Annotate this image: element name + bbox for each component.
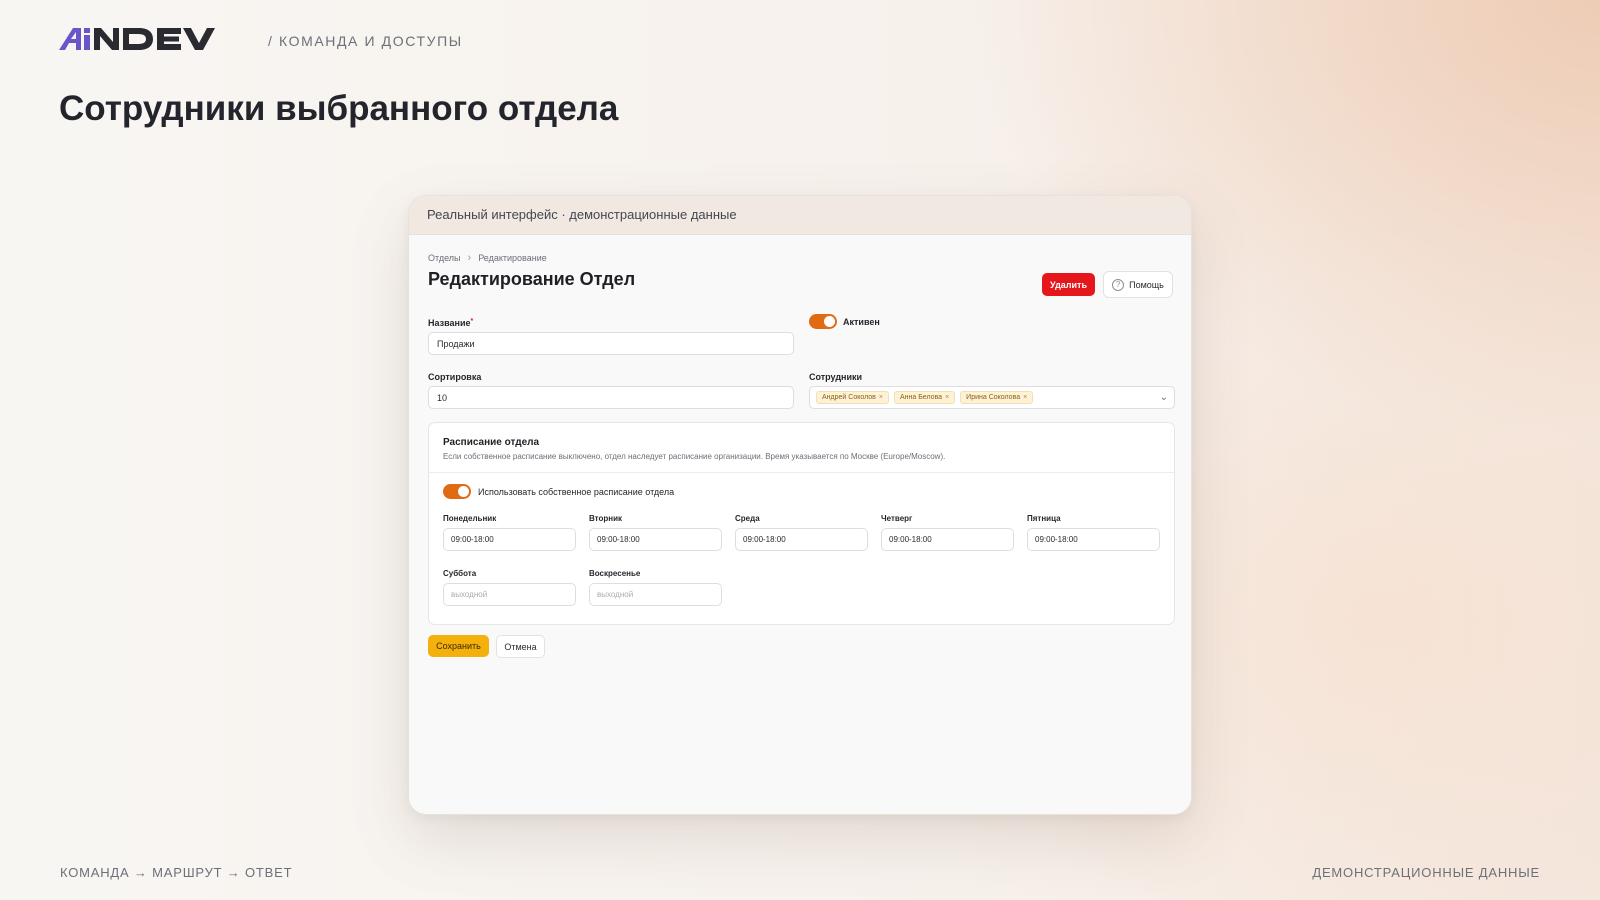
day-label-tuesday: Вторник xyxy=(589,514,623,523)
tuesday-hours-input[interactable]: 09:00-18:00 xyxy=(589,528,722,551)
save-button[interactable]: Сохранить xyxy=(428,635,489,657)
employee-tag-label: Анна Белова xyxy=(899,394,943,401)
day-label-wednesday: Среда xyxy=(735,514,760,523)
remove-tag-icon[interactable]: × xyxy=(879,394,883,401)
schedule-title: Расписание отдела xyxy=(443,437,540,448)
sunday-hours-input[interactable]: выходной xyxy=(589,583,722,606)
page-title: Редактирование Отдел xyxy=(428,269,636,289)
own-schedule-toggle[interactable] xyxy=(443,484,471,499)
day-label-sunday: Воскресенье xyxy=(589,569,641,578)
cancel-button[interactable]: Отмена xyxy=(496,635,545,658)
chevron-down-icon[interactable]: ⌄ xyxy=(1160,392,1168,403)
frame-caption: Реальный интерфейс · демонстрационные да… xyxy=(409,196,1191,235)
aindev-logo xyxy=(59,28,215,50)
schedule-description: Если собственное расписание выключено, о… xyxy=(443,452,946,461)
help-button-label: Помощь xyxy=(1129,279,1164,290)
help-button[interactable]: ? Помощь xyxy=(1103,271,1173,298)
name-label-text: Название xyxy=(428,318,471,328)
schedule-header: Расписание отдела Если собственное распи… xyxy=(429,423,1174,473)
name-input[interactable]: Продажи xyxy=(428,332,794,355)
sort-field-label: Сортировка xyxy=(428,372,482,382)
day-label-monday: Понедельник xyxy=(443,514,497,523)
section-label: / КОМАНДА И ДОСТУПЫ xyxy=(268,33,463,49)
active-toggle[interactable] xyxy=(809,314,837,329)
thursday-hours-input[interactable]: 09:00-18:00 xyxy=(881,528,1014,551)
day-label-thursday: Четверг xyxy=(881,514,913,523)
slide-title: Сотрудники выбранного отдела xyxy=(59,89,619,128)
breadcrumb-departments-link[interactable]: Отделы xyxy=(428,253,461,263)
employees-multiselect[interactable]: Андрей Соколов × Анна Белова × Ирина Сок… xyxy=(809,386,1175,409)
wednesday-hours-input[interactable]: 09:00-18:00 xyxy=(735,528,868,551)
schedule-card: Расписание отдела Если собственное распи… xyxy=(428,422,1175,625)
required-mark: * xyxy=(470,318,474,325)
employee-tag: Ирина Соколова × xyxy=(960,391,1034,404)
day-label-friday: Пятница xyxy=(1027,514,1061,523)
breadcrumb-current: Редактирование xyxy=(478,253,547,263)
monday-hours-input[interactable]: 09:00-18:00 xyxy=(443,528,576,551)
own-schedule-label: Использовать собственное расписание отде… xyxy=(478,487,675,497)
app-frame: Реальный интерфейс · демонстрационные да… xyxy=(408,195,1192,815)
employee-tag: Анна Белова × xyxy=(893,391,956,404)
day-label-saturday: Суббота xyxy=(443,569,477,578)
friday-hours-input[interactable]: 09:00-18:00 xyxy=(1027,528,1160,551)
footer-flow-caption: КОМАНДА → МАРШРУТ → ОТВЕТ xyxy=(60,865,293,880)
employee-tag: Андрей Соколов × xyxy=(816,391,889,404)
footer-demo-caption: ДЕМОНСТРАЦИОННЫЕ ДАННЫЕ xyxy=(1312,865,1540,880)
sort-input[interactable]: 10 xyxy=(428,386,794,409)
remove-tag-icon[interactable]: × xyxy=(945,394,949,401)
active-toggle-label: Активен xyxy=(843,317,880,327)
delete-button[interactable]: Удалить xyxy=(1042,273,1095,296)
employee-tag-label: Андрей Соколов xyxy=(822,394,876,401)
employee-tag-label: Ирина Соколова xyxy=(966,394,1021,401)
chevron-right-icon: › xyxy=(467,252,472,264)
employees-field-label: Сотрудники xyxy=(809,372,863,382)
breadcrumb: Отделы › Редактирование xyxy=(428,252,547,264)
remove-tag-icon[interactable]: × xyxy=(1023,394,1027,401)
question-circle-icon: ? xyxy=(1112,278,1125,291)
name-field-label: Название* xyxy=(428,318,473,328)
saturday-hours-input[interactable]: выходной xyxy=(443,583,576,606)
